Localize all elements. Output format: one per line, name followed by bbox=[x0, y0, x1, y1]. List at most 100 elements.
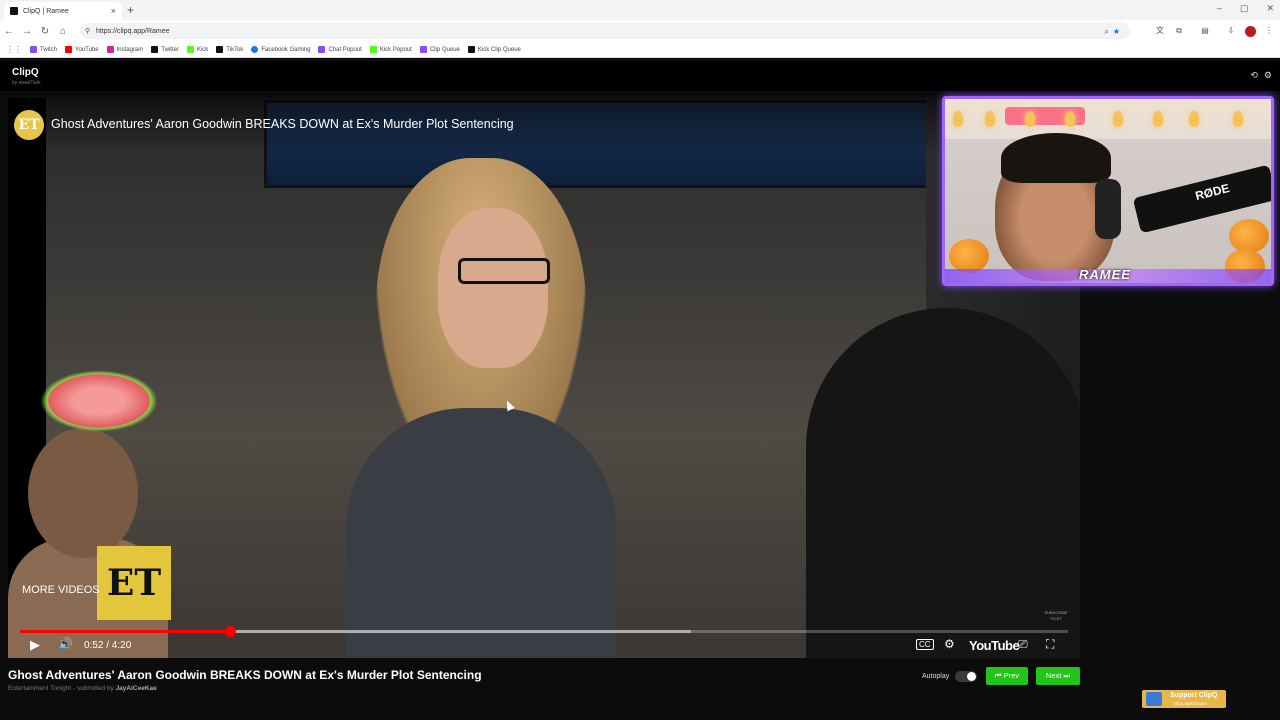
volume-icon[interactable]: 🔊 bbox=[58, 637, 73, 651]
maximize-button[interactable]: ▢ bbox=[1240, 3, 1249, 14]
bulb-icon bbox=[1065, 111, 1075, 127]
video-title: Ghost Adventures' Aaron Goodwin BREAKS D… bbox=[8, 668, 482, 682]
twitch-icon bbox=[30, 46, 37, 53]
new-tab-button[interactable]: + bbox=[127, 3, 134, 17]
bulb-icon bbox=[1113, 111, 1123, 127]
downloads-icon[interactable]: ⇩ bbox=[1224, 24, 1238, 38]
head bbox=[28, 428, 138, 558]
address-bar[interactable]: ⚲ https://clipq.app/Ramee ⌕ ★ bbox=[80, 23, 1130, 39]
back-icon[interactable]: ← bbox=[0, 26, 18, 37]
bookmark-kick-clip-queue[interactable]: Kick Clip Queue bbox=[467, 46, 521, 53]
defendant-figure bbox=[346, 158, 616, 658]
tiktok-icon bbox=[216, 46, 224, 53]
bulb-icon bbox=[1153, 111, 1163, 127]
profile-avatar[interactable] bbox=[1245, 26, 1256, 37]
translate-icon[interactable]: 文 bbox=[1153, 24, 1167, 38]
clipq-icon bbox=[467, 46, 475, 53]
next-button[interactable]: Next ⏭ bbox=[1036, 667, 1080, 685]
bookmark-twitch[interactable]: Twitch bbox=[30, 46, 57, 53]
facebook-icon bbox=[251, 46, 259, 53]
history-icon[interactable]: ⟲ bbox=[1250, 70, 1258, 81]
close-window-button[interactable]: ✕ bbox=[1266, 3, 1274, 14]
home-icon[interactable]: ⌂ bbox=[54, 26, 72, 37]
bookmark-star-icon[interactable]: ★ bbox=[1113, 27, 1120, 37]
progress-bar[interactable] bbox=[20, 626, 1068, 637]
autoplay-label: Autoplay bbox=[922, 673, 950, 680]
apps-grid-icon[interactable]: ⋮⋮ bbox=[6, 45, 22, 54]
video-player[interactable]: ET Ghost Adventures' Aaron Goodwin BREAK… bbox=[8, 98, 1080, 658]
streamer-name: RAMEE bbox=[1079, 267, 1131, 282]
bookmark-facebook-gaming[interactable]: Facebook Gaming bbox=[251, 46, 310, 53]
bookmark-twitter[interactable]: Twitter bbox=[151, 46, 179, 53]
headphones-icon bbox=[1095, 179, 1121, 239]
browser-tab[interactable]: ClipQ | Ramee × bbox=[4, 2, 122, 20]
app-brand[interactable]: ClipQ bbox=[12, 67, 39, 78]
submitted-prefix: - submitted by bbox=[71, 685, 116, 692]
end-card-logo[interactable]: ET bbox=[97, 546, 171, 620]
fullscreen-icon[interactable]: ⛶ bbox=[1046, 637, 1054, 652]
glasses bbox=[458, 258, 550, 284]
person-silhouette bbox=[806, 308, 1080, 658]
header-actions: ⟲ ⚙ bbox=[1250, 70, 1272, 81]
video-frame bbox=[46, 98, 1080, 658]
captions-icon[interactable]: CC bbox=[916, 639, 934, 650]
play-icon[interactable]: ▶ bbox=[30, 637, 40, 653]
subscribe-watermark[interactable]: SUBSCRIBE TO ET bbox=[1044, 610, 1068, 622]
donate-icon bbox=[1146, 692, 1162, 706]
site-info-icon[interactable]: ⚲ bbox=[85, 27, 90, 35]
bulb-icon bbox=[1233, 111, 1243, 127]
bookmark-chat-popout[interactable]: Chat Popout bbox=[318, 46, 362, 53]
autoplay-control: Autoplay bbox=[922, 671, 978, 682]
forward-icon[interactable]: → bbox=[18, 26, 36, 37]
support-label: Support ClipQ bbox=[1170, 692, 1218, 699]
body bbox=[346, 408, 616, 658]
streamer-webcam: RØDE RAMEE bbox=[942, 96, 1274, 286]
support-button[interactable]: Support ClipQ clipq.app/donate bbox=[1142, 690, 1226, 708]
minimize-button[interactable]: – bbox=[1217, 3, 1222, 14]
app-header: ClipQ by awaitTask ⟲ ⚙ bbox=[0, 61, 1280, 91]
autoplay-toggle[interactable] bbox=[955, 671, 978, 682]
yt-title-bar: ET Ghost Adventures' Aaron Goodwin BREAK… bbox=[8, 98, 1080, 154]
more-videos-label[interactable]: MORE VIDEOS bbox=[22, 584, 100, 596]
app-brand-sub: by awaitTask bbox=[12, 80, 41, 86]
video-meta: Entertainment Tonight - submitted by Jay… bbox=[8, 685, 157, 692]
browser-toolbar: ← → ↻ ⌂ ⚲ https://clipq.app/Ramee ⌕ ★ bbox=[0, 20, 1280, 42]
bookmark-kick[interactable]: Kick bbox=[186, 46, 208, 53]
settings-icon[interactable]: ⚙ bbox=[1264, 70, 1272, 81]
kick-icon bbox=[186, 46, 194, 53]
person-left-figure bbox=[8, 428, 168, 658]
pumpkin-icon bbox=[949, 239, 989, 273]
instagram-icon bbox=[106, 46, 114, 53]
youtube-logo[interactable]: YouTube bbox=[969, 638, 1020, 653]
menu-icon[interactable]: ⋮ bbox=[1262, 24, 1276, 38]
window-controls: – ▢ ✕ bbox=[1217, 3, 1274, 14]
submitter-name: JayAiCeeKae bbox=[115, 685, 157, 692]
channel-logo[interactable]: ET bbox=[14, 110, 44, 140]
bookmark-youtube[interactable]: YouTube bbox=[65, 46, 99, 53]
bookmarks-bar: ⋮⋮ Twitch YouTube Instagram Twitter Kick… bbox=[0, 42, 1280, 58]
reload-icon[interactable]: ↻ bbox=[36, 26, 54, 37]
tab-close-icon[interactable]: × bbox=[111, 6, 116, 16]
side-panel-icon[interactable]: ▤ bbox=[1198, 24, 1212, 38]
browser-tabstrip: ClipQ | Ramee × + – ▢ ✕ bbox=[0, 0, 1280, 20]
zoom-icon[interactable]: ⌕ bbox=[1104, 27, 1108, 37]
twitch-icon bbox=[318, 46, 326, 53]
cast-icon[interactable]: ⎚ bbox=[1018, 637, 1028, 652]
face bbox=[438, 208, 548, 368]
kick-icon bbox=[369, 46, 377, 53]
channel-name: Entertainment Tonight bbox=[8, 685, 72, 692]
tab-title: ClipQ | Ramee bbox=[23, 7, 69, 15]
extensions-icon[interactable]: ⧉ bbox=[1172, 24, 1186, 38]
settings-gear-icon[interactable]: ⚙ bbox=[944, 637, 955, 651]
bookmark-kick-popout[interactable]: Kick Popout bbox=[369, 46, 412, 53]
played-bar bbox=[20, 630, 230, 633]
bookmark-tiktok[interactable]: TikTok bbox=[216, 46, 243, 53]
bookmark-instagram[interactable]: Instagram bbox=[106, 46, 143, 53]
clipq-icon bbox=[419, 46, 427, 53]
yt-video-title[interactable]: Ghost Adventures' Aaron Goodwin BREAKS D… bbox=[51, 117, 514, 131]
bookmark-clip-queue[interactable]: Clip Queue bbox=[419, 46, 460, 53]
support-sub: clipq.app/donate bbox=[1174, 701, 1208, 706]
clipq-favicon-icon bbox=[10, 7, 18, 15]
streamer-hair bbox=[1001, 133, 1111, 183]
prev-button[interactable]: ⏮ Prev bbox=[986, 667, 1028, 685]
